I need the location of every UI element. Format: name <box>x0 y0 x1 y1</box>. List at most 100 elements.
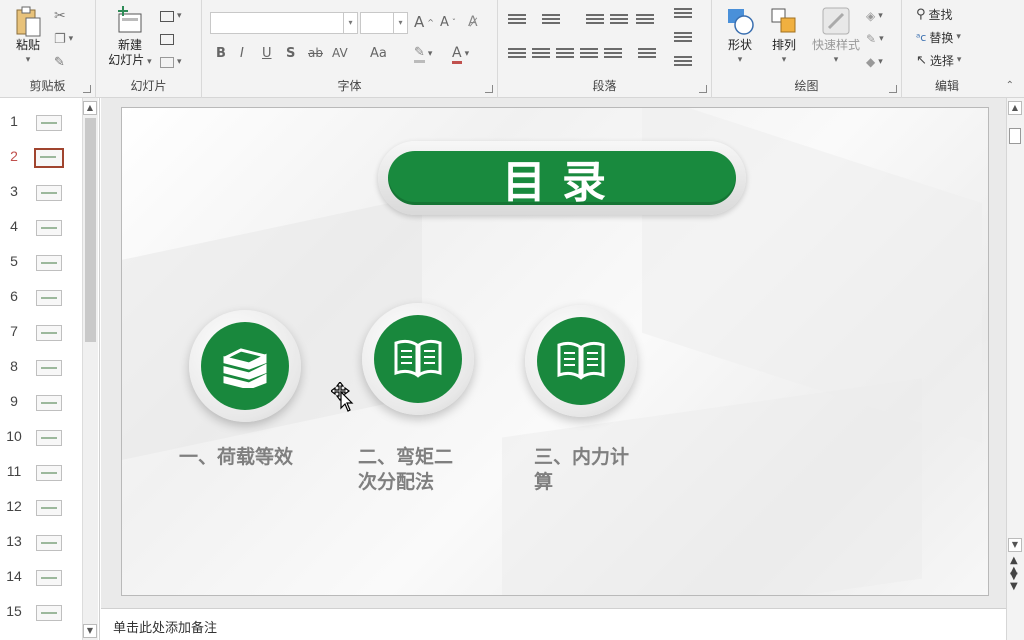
shapes-button[interactable]: 形状 ▾ <box>720 6 760 68</box>
text-direction-icon[interactable] <box>674 8 692 22</box>
highlight-button[interactable]: ✎ ▾ <box>414 44 432 64</box>
section-button[interactable]: ▾ <box>160 52 182 72</box>
clipboard-launcher-icon[interactable] <box>83 85 91 93</box>
font-color-button[interactable]: A ▾ <box>452 44 469 64</box>
slide-thumbnail-4[interactable]: 4 <box>0 218 80 253</box>
smartart-icon[interactable] <box>674 56 692 70</box>
slide-thumbnail-preview[interactable] <box>36 500 62 516</box>
toc-item-3-circle[interactable] <box>525 305 637 417</box>
collapse-ribbon-icon[interactable]: ⌃ <box>1006 80 1014 91</box>
find-button[interactable]: ⚲ 查找 <box>916 4 953 24</box>
slide-thumbnail-8[interactable]: 8 <box>0 358 80 393</box>
shape-effects-button[interactable]: ◆ ▾ <box>866 52 883 72</box>
slide-thumbnail-13[interactable]: 13 <box>0 533 80 568</box>
align-left-icon[interactable] <box>508 48 526 62</box>
change-case-button[interactable]: Aa <box>370 46 387 61</box>
font-name-combo[interactable]: ▾ <box>210 12 358 34</box>
slide-thumbnail-preview[interactable] <box>36 115 62 131</box>
distributed-icon[interactable] <box>604 48 622 62</box>
increase-indent-icon[interactable] <box>610 14 628 28</box>
numbering-icon[interactable] <box>542 14 560 28</box>
grow-font-button[interactable]: A ^ <box>414 12 434 32</box>
line-spacing-icon[interactable] <box>636 14 654 28</box>
slide-thumbnail-14[interactable]: 14 <box>0 568 80 603</box>
slide-thumbnail-preview[interactable] <box>36 360 62 376</box>
slide-thumbnail-15[interactable]: 15 <box>0 603 80 638</box>
toc-item-3-label[interactable]: 三、内力计 算 <box>534 445 629 495</box>
slide-thumbnail-7[interactable]: 7 <box>0 323 80 358</box>
quick-styles-button[interactable]: 快速样式 ▾ <box>808 6 864 68</box>
thumbnail-scrollbar[interactable]: ▲ ▼ <box>82 98 98 640</box>
columns-icon[interactable] <box>638 48 656 62</box>
bullets-icon[interactable] <box>508 14 526 28</box>
align-center-icon[interactable] <box>532 48 550 62</box>
slide-thumbnail-2[interactable]: 2 <box>0 148 80 183</box>
slide-thumbnail-6[interactable]: 6 <box>0 288 80 323</box>
slide-thumbnail-preview[interactable] <box>36 570 62 586</box>
notes-pane[interactable]: 单击此处添加备注 <box>101 608 1006 640</box>
slide-thumbnail-10[interactable]: 10 <box>0 428 80 463</box>
format-painter-button[interactable]: ✎ <box>54 52 65 72</box>
char-spacing-button[interactable]: AV <box>332 46 348 60</box>
slide-thumbnail-preview[interactable] <box>36 325 62 341</box>
slide-thumbnail-preview[interactable] <box>34 148 64 168</box>
drawing-launcher-icon[interactable] <box>889 85 897 93</box>
justify-icon[interactable] <box>580 48 598 62</box>
toc-item-2-label[interactable]: 二、弯矩二 次分配法 <box>358 445 453 495</box>
copy-button[interactable]: ❐ ▾ <box>54 29 73 49</box>
slide-thumbnail-preview[interactable] <box>36 185 62 201</box>
scroll-down-icon[interactable]: ▼ <box>83 624 97 638</box>
shrink-font-button[interactable]: Aˇ <box>440 12 456 32</box>
slide-thumbnail-3[interactable]: 3 <box>0 183 80 218</box>
scroll-thumb[interactable] <box>85 118 96 342</box>
slide-canvas[interactable]: 目录 一、荷载等效 二、弯矩二 次分配法 三、内力计 算 <box>121 107 989 596</box>
reset-button[interactable] <box>160 29 174 49</box>
layout-button[interactable]: ▾ <box>160 6 182 26</box>
scroll-up-icon[interactable]: ▲ <box>1008 101 1022 115</box>
arrange-button[interactable]: 排列 ▾ <box>764 6 804 68</box>
replace-button[interactable]: ᵃc 替换 ▾ <box>916 27 961 47</box>
slide-thumbnail-12[interactable]: 12 <box>0 498 80 533</box>
slide-thumbnail-preview[interactable] <box>36 430 62 446</box>
toc-item-1-label[interactable]: 一、荷载等效 <box>179 445 293 470</box>
slide-thumbnail-preview[interactable] <box>36 465 62 481</box>
toc-item-2-circle[interactable] <box>362 303 474 415</box>
paragraph-launcher-icon[interactable] <box>699 85 707 93</box>
slide-thumbnail-preview[interactable] <box>36 290 62 306</box>
font-color-icon: A <box>452 45 462 64</box>
slides-group-label: 幻灯片 <box>130 79 167 93</box>
toc-item-1-circle[interactable] <box>189 310 301 422</box>
slide-scrollbar[interactable]: ▲ ▼ ▲ ▲ ▼ ▼ <box>1006 98 1024 640</box>
shape-outline-button[interactable]: ✎ ▾ <box>866 29 884 49</box>
shape-fill-button[interactable]: ◈ ▾ <box>866 6 883 26</box>
slide-thumbnail-preview[interactable] <box>36 605 62 621</box>
slide-thumbnail-5[interactable]: 5 <box>0 253 80 288</box>
align-right-icon[interactable] <box>556 48 574 62</box>
underline-button[interactable]: U <box>262 46 272 61</box>
scroll-thumb[interactable] <box>1009 128 1021 144</box>
cut-button[interactable]: ✂ <box>54 6 66 26</box>
font-launcher-icon[interactable] <box>485 85 493 93</box>
strikethrough-button[interactable]: ab <box>308 46 323 60</box>
slide-thumbnail-9[interactable]: 9 <box>0 393 80 428</box>
new-slide-button[interactable]: 新建 幻灯片 ▾ <box>102 6 158 70</box>
scroll-down-icon[interactable]: ▼ <box>1008 538 1022 552</box>
bold-button[interactable]: B <box>216 46 226 61</box>
slide-thumbnail-11[interactable]: 11 <box>0 463 80 498</box>
title-banner[interactable]: 目录 <box>378 141 746 215</box>
shadow-button[interactable]: S <box>286 46 295 61</box>
slide-thumbnail-preview[interactable] <box>36 255 62 271</box>
italic-button[interactable]: I <box>240 46 244 61</box>
slide-thumbnail-preview[interactable] <box>36 535 62 551</box>
slide-thumbnail-preview[interactable] <box>36 395 62 411</box>
next-slide-icon[interactable]: ▼ ▼ <box>1010 572 1018 592</box>
font-size-combo[interactable]: ▾ <box>360 12 408 34</box>
clear-format-button[interactable]: A̷ <box>468 12 478 32</box>
paste-button[interactable]: 粘贴 ▾ <box>8 6 48 68</box>
slide-thumbnail-1[interactable]: 1 <box>0 113 80 148</box>
slide-thumbnail-preview[interactable] <box>36 220 62 236</box>
decrease-indent-icon[interactable] <box>586 14 604 28</box>
align-text-icon[interactable] <box>674 32 692 46</box>
select-button[interactable]: ↖ 选择 ▾ <box>916 50 961 70</box>
scroll-up-icon[interactable]: ▲ <box>83 101 97 115</box>
